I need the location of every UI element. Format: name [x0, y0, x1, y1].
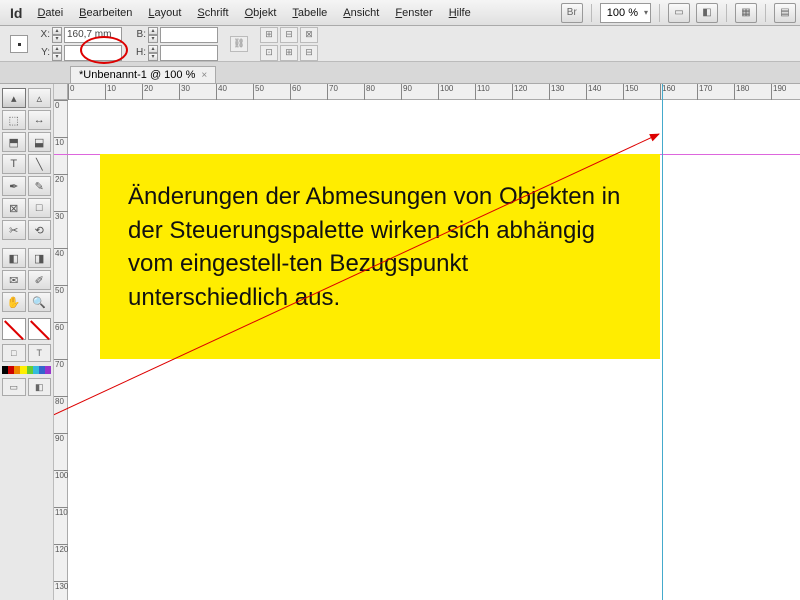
menu-ansicht[interactable]: Ansicht [336, 4, 386, 22]
note-tool[interactable]: ✉ [2, 270, 26, 290]
menu-schrift[interactable]: Schrift [190, 4, 235, 22]
b-input[interactable] [160, 27, 218, 43]
menu-datei[interactable]: Datei [30, 4, 70, 22]
menu-hilfe[interactable]: Hilfe [442, 4, 478, 22]
document-tab-title: *Unbenannt-1 @ 100 % [79, 69, 195, 81]
workspace: ▴▵ ⬚↔ ⬒⬓ T╲ ✒✎ ⊠□ ✂⟲ ◧◨ ✉✐ ✋🔍 □ T ▭ ◧ 01… [0, 84, 800, 600]
y-label: Y: [36, 47, 50, 58]
control-palette: X: ▴▾ 160,7 mm Y: ▴▾ B: ▴▾ H: ▴▾ ⛓ ⊞ ⊟ ⊠ [0, 26, 800, 62]
horizontal-ruler[interactable]: 0102030405060708090100110120130140150160… [68, 84, 800, 100]
type-tool[interactable]: T [2, 154, 26, 174]
formatting-text-icon[interactable]: T [28, 344, 52, 362]
y-spinner[interactable]: ▴▾ [52, 45, 62, 61]
reference-point-proxy[interactable] [10, 35, 28, 53]
selection-tool[interactable]: ▴ [2, 88, 26, 108]
pencil-tool[interactable]: ✎ [28, 176, 52, 196]
screen-mode-icon[interactable]: ◧ [696, 3, 718, 23]
close-tab-icon[interactable]: × [201, 70, 207, 81]
align-icon-4[interactable]: ⊡ [260, 45, 278, 61]
guide-vertical[interactable] [662, 84, 663, 600]
b-spinner[interactable]: ▴▾ [148, 27, 158, 43]
vertical-ruler[interactable]: 0102030405060708090100110120130 [54, 100, 68, 600]
zoom-level[interactable]: 100 % [600, 3, 651, 23]
content-collector-tool[interactable]: ⬒ [2, 132, 26, 152]
eyedropper-tool[interactable]: ✐ [28, 270, 52, 290]
view-mode-preview-icon[interactable]: ◧ [28, 378, 52, 396]
scissors-tool[interactable]: ✂ [2, 220, 26, 240]
gradient-swatch-tool[interactable]: ◧ [2, 248, 26, 268]
stroke-swatch[interactable] [28, 318, 52, 340]
menu-bearbeiten[interactable]: Bearbeiten [72, 4, 139, 22]
align-icon-1[interactable]: ⊞ [260, 27, 278, 43]
h-label: H: [132, 47, 146, 58]
align-icon-5[interactable]: ⊞ [280, 45, 298, 61]
free-transform-tool[interactable]: ⟲ [28, 220, 52, 240]
app-logo: Id [4, 5, 28, 21]
page-tool[interactable]: ⬚ [2, 110, 26, 130]
gradient-feather-tool[interactable]: ◨ [28, 248, 52, 268]
view-mode-normal-icon[interactable]: ▭ [2, 378, 26, 396]
direct-selection-tool[interactable]: ▵ [28, 88, 52, 108]
align-icon-2[interactable]: ⊟ [280, 27, 298, 43]
rectangle-frame-tool[interactable]: ⊠ [2, 198, 26, 218]
pen-tool[interactable]: ✒ [2, 176, 26, 196]
zoom-tool[interactable]: 🔍 [28, 292, 52, 312]
color-strip[interactable] [2, 366, 51, 374]
x-input[interactable]: 160,7 mm [64, 27, 122, 43]
workspace-icon[interactable]: ▤ [774, 3, 796, 23]
menu-objekt[interactable]: Objekt [238, 4, 284, 22]
x-spinner[interactable]: ▴▾ [52, 27, 62, 43]
text-frame-content: Änderungen der Abmesungen von Objekten i… [128, 183, 620, 311]
align-icon-6[interactable]: ⊟ [300, 45, 318, 61]
menu-bar: Id Datei Bearbeiten Layout Schrift Objek… [0, 0, 800, 26]
y-input[interactable] [64, 45, 122, 61]
b-label: B: [132, 29, 146, 40]
h-spinner[interactable]: ▴▾ [148, 45, 158, 61]
hand-tool[interactable]: ✋ [2, 292, 26, 312]
menu-fenster[interactable]: Fenster [388, 4, 439, 22]
arrange-icon[interactable]: ▦ [735, 3, 757, 23]
tools-panel: ▴▵ ⬚↔ ⬒⬓ T╲ ✒✎ ⊠□ ✂⟲ ◧◨ ✉✐ ✋🔍 □ T ▭ ◧ [0, 84, 54, 600]
text-frame[interactable]: Änderungen der Abmesungen von Objekten i… [100, 154, 660, 359]
document-tab-bar: *Unbenannt-1 @ 100 % × [0, 62, 800, 84]
bridge-button[interactable]: Br [561, 3, 583, 23]
view-mode-icon[interactable]: ▭ [668, 3, 690, 23]
content-placer-tool[interactable]: ⬓ [28, 132, 52, 152]
line-tool[interactable]: ╲ [28, 154, 52, 174]
menu-layout[interactable]: Layout [141, 4, 188, 22]
formatting-container-icon[interactable]: □ [2, 344, 26, 362]
canvas[interactable]: 0102030405060708090100110120130140150160… [54, 84, 800, 600]
h-input[interactable] [160, 45, 218, 61]
menu-tabelle[interactable]: Tabelle [285, 4, 334, 22]
constrain-icon[interactable]: ⛓ [230, 36, 248, 52]
x-label: X: [36, 29, 50, 40]
document-tab[interactable]: *Unbenannt-1 @ 100 % × [70, 66, 216, 83]
ruler-origin[interactable] [54, 84, 68, 100]
fill-swatch[interactable] [2, 318, 26, 340]
gap-tool[interactable]: ↔ [28, 110, 52, 130]
align-icon-3[interactable]: ⊠ [300, 27, 318, 43]
rectangle-tool[interactable]: □ [28, 198, 52, 218]
